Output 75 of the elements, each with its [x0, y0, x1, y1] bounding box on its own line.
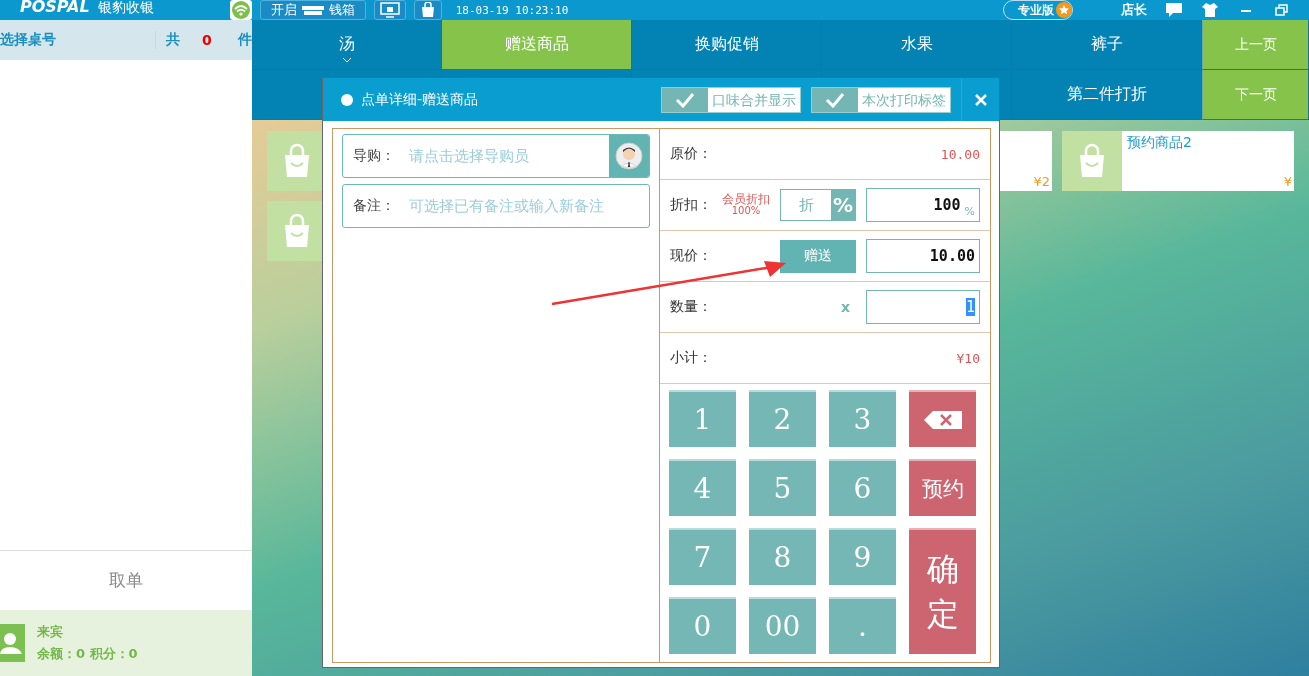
- quantity-label: 数量：: [670, 298, 713, 316]
- user-name[interactable]: 店长: [1121, 1, 1147, 19]
- discount-label: 折扣：: [670, 196, 712, 214]
- staff-avatar-button[interactable]: [609, 135, 649, 177]
- reserve-button[interactable]: 预约: [909, 459, 976, 516]
- keypad-key[interactable]: 1: [669, 390, 736, 447]
- check-icon: [825, 91, 845, 108]
- product-name: 预约商品2: [1127, 134, 1192, 152]
- product-price: ¥: [1283, 174, 1292, 189]
- lock-screen-button[interactable]: [373, 0, 406, 20]
- logo-text: POSPAL: [20, 0, 90, 14]
- category-tab[interactable]: 第二件打折: [1012, 70, 1202, 120]
- category-tab[interactable]: 换购促销: [632, 20, 822, 70]
- keypad-key[interactable]: 0: [669, 597, 736, 654]
- percent-button[interactable]: %: [831, 190, 855, 220]
- keypad-key[interactable]: 5: [749, 459, 816, 516]
- next-page-button[interactable]: 下一页: [1202, 70, 1309, 120]
- option-checkbox[interactable]: 本次打印标签: [811, 86, 951, 113]
- shopping-bag-icon: [1062, 131, 1122, 191]
- current-price-label: 现价：: [670, 247, 713, 265]
- sales-guide-label: 导购：: [353, 147, 395, 165]
- discount-field[interactable]: 100 %: [866, 188, 980, 222]
- wifi-icon[interactable]: [229, 0, 252, 20]
- subtotal-label: 小计：: [670, 349, 713, 367]
- keypad-key[interactable]: 9: [829, 528, 896, 585]
- item-count: 0: [202, 32, 212, 48]
- category-tab[interactable]: 汤: [252, 20, 442, 70]
- sales-guide-field[interactable]: 导购： 请点击选择导购员: [342, 134, 650, 178]
- product-tile[interactable]: 预约商品2 ¥: [1062, 131, 1294, 191]
- bag-button[interactable]: [413, 0, 442, 20]
- dialog-title: 点单详细-赠送商品: [341, 90, 661, 109]
- cash-drawer-icon: [300, 4, 325, 16]
- keypad-key[interactable]: 2: [749, 390, 816, 447]
- confirm-button[interactable]: 确定: [909, 528, 976, 654]
- close-icon: [974, 93, 987, 106]
- keypad-key[interactable]: 7: [669, 528, 736, 585]
- member-name: 来宾: [37, 623, 64, 641]
- product-price: ¥2: [1033, 174, 1050, 189]
- category-tab[interactable]: 赠送商品: [442, 20, 632, 70]
- member-discount-text: 会员折扣 100%: [722, 193, 770, 217]
- original-price-value: 10.00: [940, 146, 980, 162]
- keypad-key[interactable]: 00: [749, 597, 816, 654]
- backspace-button[interactable]: [909, 390, 976, 447]
- original-price-label: 原价：: [670, 145, 713, 163]
- note-label: 备注：: [353, 197, 395, 215]
- restore-icon[interactable]: [1273, 2, 1291, 18]
- brand-name: 银豹收银: [97, 0, 154, 14]
- count-unit: 件: [237, 31, 252, 49]
- select-table-link[interactable]: 选择桌号: [0, 31, 156, 49]
- keypad-key[interactable]: 4: [669, 459, 736, 516]
- member-balance: 余额：0 积分：0: [37, 645, 138, 663]
- shopping-bag-icon: [419, 2, 436, 18]
- keypad-key[interactable]: 6: [829, 459, 896, 516]
- multiply-sign: x: [840, 299, 850, 315]
- note-field[interactable]: 备注： 可选择已有备注或输入新备注: [342, 184, 650, 228]
- backspace-icon: [922, 409, 963, 430]
- keypad-key[interactable]: .: [829, 597, 896, 654]
- keypad-key[interactable]: 3: [829, 390, 896, 447]
- clock-text: 18-03-19 10:23:10: [455, 3, 569, 17]
- gift-button[interactable]: 赠送: [780, 239, 856, 273]
- keypad-key[interactable]: 8: [749, 528, 816, 585]
- option-checkbox[interactable]: 口味合并显示: [661, 86, 801, 113]
- cash-drawer-button[interactable]: 开启 钱箱: [259, 0, 366, 20]
- monitor-lock-icon: [379, 2, 400, 18]
- check-icon: [675, 91, 695, 108]
- count-label: 共: [166, 31, 180, 49]
- previous-page-button[interactable]: 上一页: [1202, 20, 1309, 70]
- quantity-field[interactable]: 1: [866, 290, 980, 324]
- current-price-field[interactable]: 10.00: [866, 239, 980, 273]
- category-tab[interactable]: 水果: [822, 20, 1012, 70]
- chat-icon[interactable]: [1165, 2, 1183, 18]
- category-tab[interactable]: 裤子: [1012, 20, 1202, 70]
- shirt-icon[interactable]: [1201, 2, 1219, 18]
- subtotal-value: ¥10: [956, 350, 980, 366]
- person-icon: [0, 624, 25, 662]
